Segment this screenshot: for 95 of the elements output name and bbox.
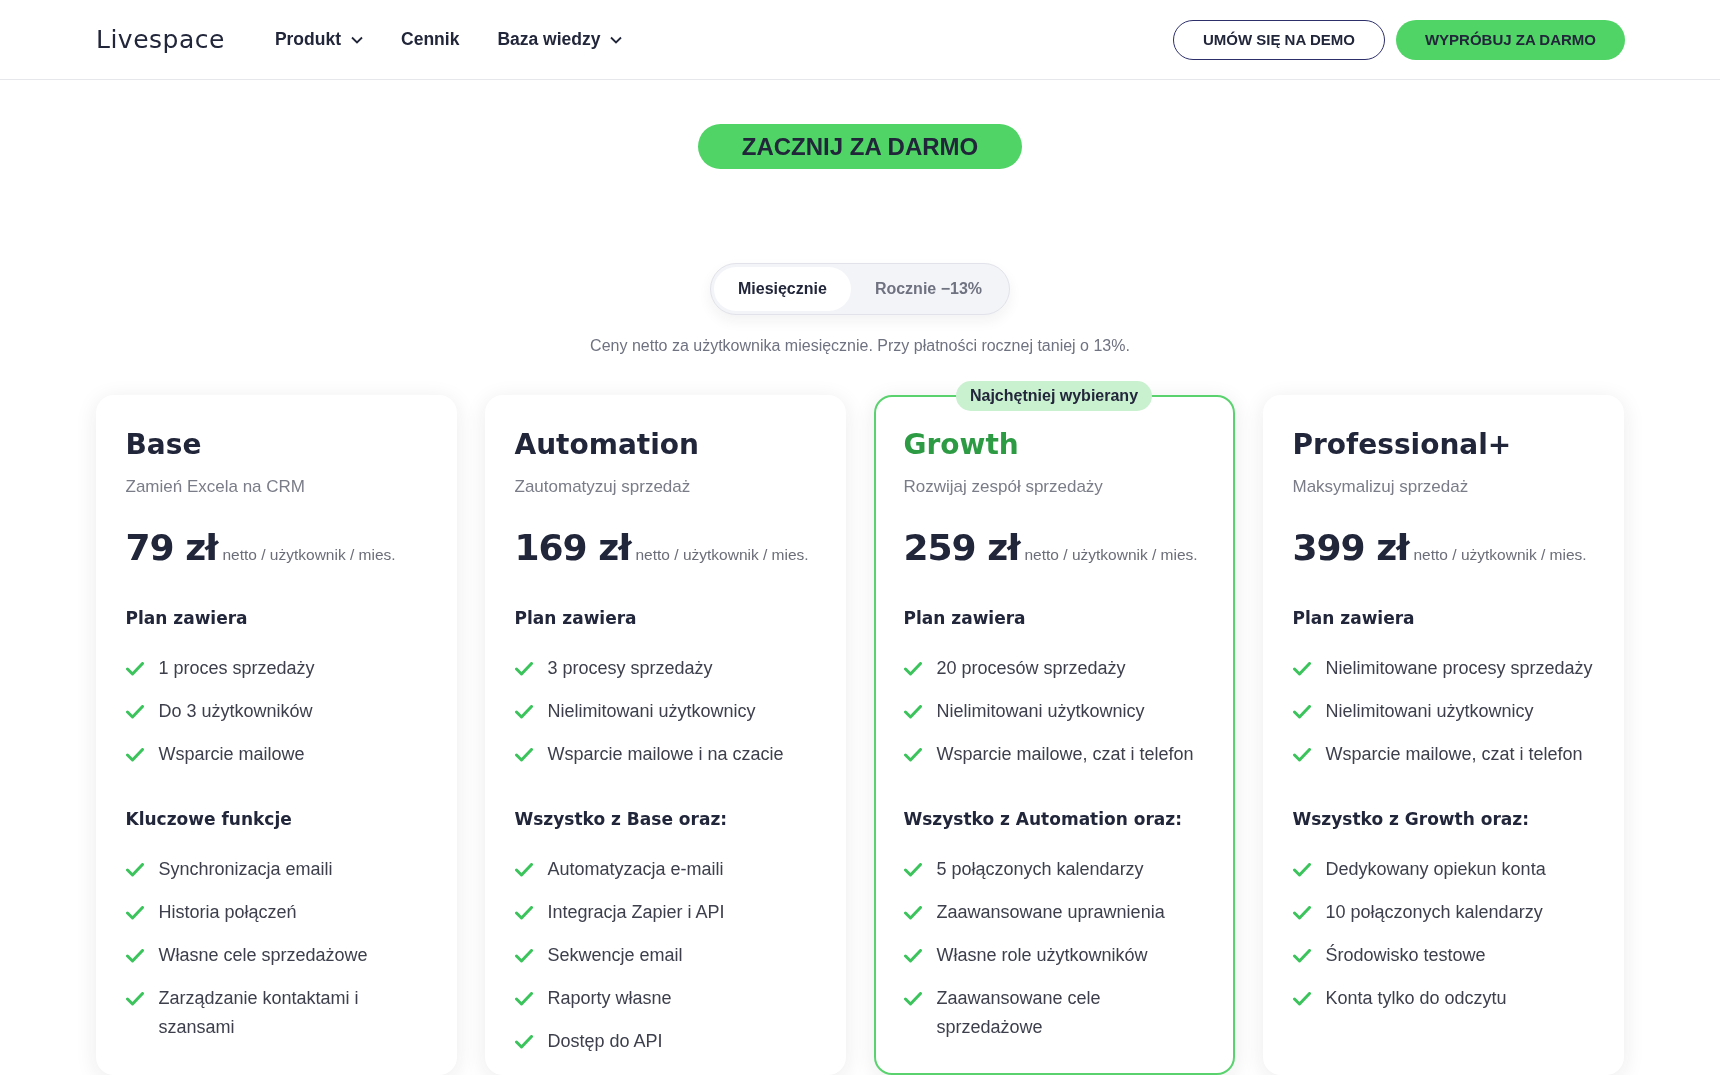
price-unit: netto / użytkownik / mies. — [635, 546, 809, 564]
section-heading: Plan zawiera — [514, 608, 638, 628]
plan-tagline: Zautomatyzuj sprzedaż — [514, 477, 692, 497]
check-icon — [514, 748, 533, 762]
feature-text: Wsparcie mailowe, czat i telefon — [936, 743, 1194, 766]
check-icon — [903, 662, 922, 676]
chevron-down-icon — [610, 35, 623, 44]
check-icon — [903, 992, 922, 1006]
billing-option[interactable]: Rocznie −13% — [850, 267, 1007, 311]
pricing-note: Ceny netto za użytkownika miesięcznie. Przy płatności rocznej taniej o 13%. — [590, 337, 1130, 355]
billing-option[interactable]: Miesięcznie — [713, 267, 851, 311]
feature-text: 3 procesy sprzedaży — [547, 657, 713, 680]
check-icon — [903, 949, 922, 963]
feature-text: Środowisko testowe — [1325, 943, 1486, 967]
feature-text: Dedykowany opiekun konta — [1325, 858, 1546, 881]
feature-text: Wsparcie mailowe — [158, 743, 305, 766]
price-unit: netto / użytkownik / mies. — [1413, 546, 1587, 564]
check-icon — [125, 906, 144, 920]
feature-text: Własne cele sprzedażowe — [158, 944, 368, 967]
check-icon — [514, 705, 533, 719]
plan-name: Base — [125, 427, 203, 463]
check-icon — [514, 949, 533, 963]
feature-text: 20 procesów sprzedaży — [936, 657, 1126, 680]
demo-button[interactable]: UMÓW SIĘ NA DEMO — [1172, 19, 1385, 60]
plan-tagline: Maksymalizuj sprzedaż — [1292, 477, 1470, 497]
feature-text: Nielimitowani użytkownicy — [1325, 700, 1534, 723]
feature-text: 5 połączonych kalendarzy — [936, 858, 1144, 881]
check-icon — [1292, 906, 1311, 920]
feature-text: Własne role użytkowników — [936, 944, 1148, 967]
check-icon — [903, 863, 922, 877]
feature-text: Dostęp do API — [547, 1030, 663, 1053]
section-heading: Wszystko z Base oraz: — [514, 809, 729, 829]
check-icon — [514, 863, 533, 877]
feature-text: Nielimitowani użytkownicy — [547, 700, 756, 723]
nav-link[interactable]: Baza wiedzy — [497, 29, 623, 50]
plan-name: Professional+ — [1292, 427, 1513, 463]
feature-text: Synchronizacja emaili — [158, 858, 333, 881]
check-icon — [125, 863, 144, 877]
logo[interactable]: Livespace — [96, 25, 225, 54]
check-icon — [1292, 662, 1311, 676]
check-icon — [514, 662, 533, 676]
check-icon — [1292, 949, 1311, 963]
plan-tagline: Rozwijaj zespół sprzedaży — [903, 477, 1104, 497]
plan-price: 169 zł — [514, 527, 631, 568]
feature-text: Zaawansowane uprawnienia — [936, 901, 1165, 924]
check-icon — [125, 662, 144, 676]
nav-link[interactable]: Produkt — [274, 29, 363, 50]
check-icon — [514, 906, 533, 920]
feature-text: Wsparcie mailowe i na czacie — [547, 743, 784, 766]
start-button[interactable]: ZACZNIJ ZA DARMO — [698, 124, 1022, 169]
chevron-down-icon — [351, 35, 363, 44]
check-icon — [125, 705, 144, 719]
feature-text: Nielimitowane procesy sprzedaży — [1325, 657, 1593, 680]
feature-text: Nielimitowani użytkownicy — [936, 700, 1145, 723]
feature-text: Do 3 użytkowników — [158, 700, 313, 723]
feature-text: Wsparcie mailowe, czat i telefon — [1325, 743, 1583, 766]
plan-price: 399 zł — [1292, 527, 1409, 568]
section-heading: Plan zawiera — [1292, 608, 1416, 628]
feature-text: 10 połączonych kalendarzy — [1325, 901, 1543, 924]
feature-text: Raporty własne — [547, 987, 672, 1010]
feature-text: Automatyzacja e-maili — [547, 858, 724, 881]
check-icon — [125, 748, 144, 762]
check-icon — [125, 992, 144, 1006]
check-icon — [903, 748, 922, 762]
plan-name: Automation — [514, 427, 700, 463]
plan-price: 259 zł — [903, 527, 1020, 568]
feature-text: Sekwencje email — [547, 944, 683, 967]
plan-name: Growth — [903, 427, 1020, 463]
nav-link[interactable]: Cennik — [401, 29, 460, 50]
check-icon — [903, 705, 922, 719]
check-icon — [1292, 992, 1311, 1006]
plan-tagline: Zamień Excela na CRM — [125, 477, 306, 497]
price-unit: netto / użytkownik / mies. — [1024, 546, 1198, 564]
trial-button[interactable]: WYPRÓBUJ ZA DARMO — [1395, 19, 1625, 60]
feature-text: Konta tylko do odczytu — [1325, 987, 1507, 1010]
check-icon — [125, 949, 144, 963]
section-heading: Plan zawiera — [903, 608, 1027, 628]
feature-text: Zarządzanie kontaktami i szansami — [158, 987, 360, 1039]
section-heading: Kluczowe funkcje — [125, 809, 293, 829]
check-icon — [1292, 863, 1311, 877]
feature-text: Integracja Zapier i API — [547, 901, 725, 924]
check-icon — [1292, 705, 1311, 719]
check-icon — [1292, 748, 1311, 762]
check-icon — [903, 906, 922, 920]
feature-text: Historia połączeń — [158, 901, 297, 924]
check-icon — [514, 1035, 533, 1049]
section-heading: Wszystko z Automation oraz: — [903, 809, 1183, 829]
feature-text: 1 proces sprzedaży — [158, 657, 315, 680]
feature-text: Zaawansowane cele sprzedażowe — [936, 987, 1102, 1039]
check-icon — [514, 992, 533, 1006]
section-heading: Wszystko z Growth oraz: — [1292, 809, 1530, 829]
popular-badge: Najchętniej wybierany — [955, 381, 1153, 411]
section-heading: Plan zawiera — [125, 608, 249, 628]
plan-price: 79 zł — [125, 527, 218, 568]
price-unit: netto / użytkownik / mies. — [222, 546, 396, 564]
